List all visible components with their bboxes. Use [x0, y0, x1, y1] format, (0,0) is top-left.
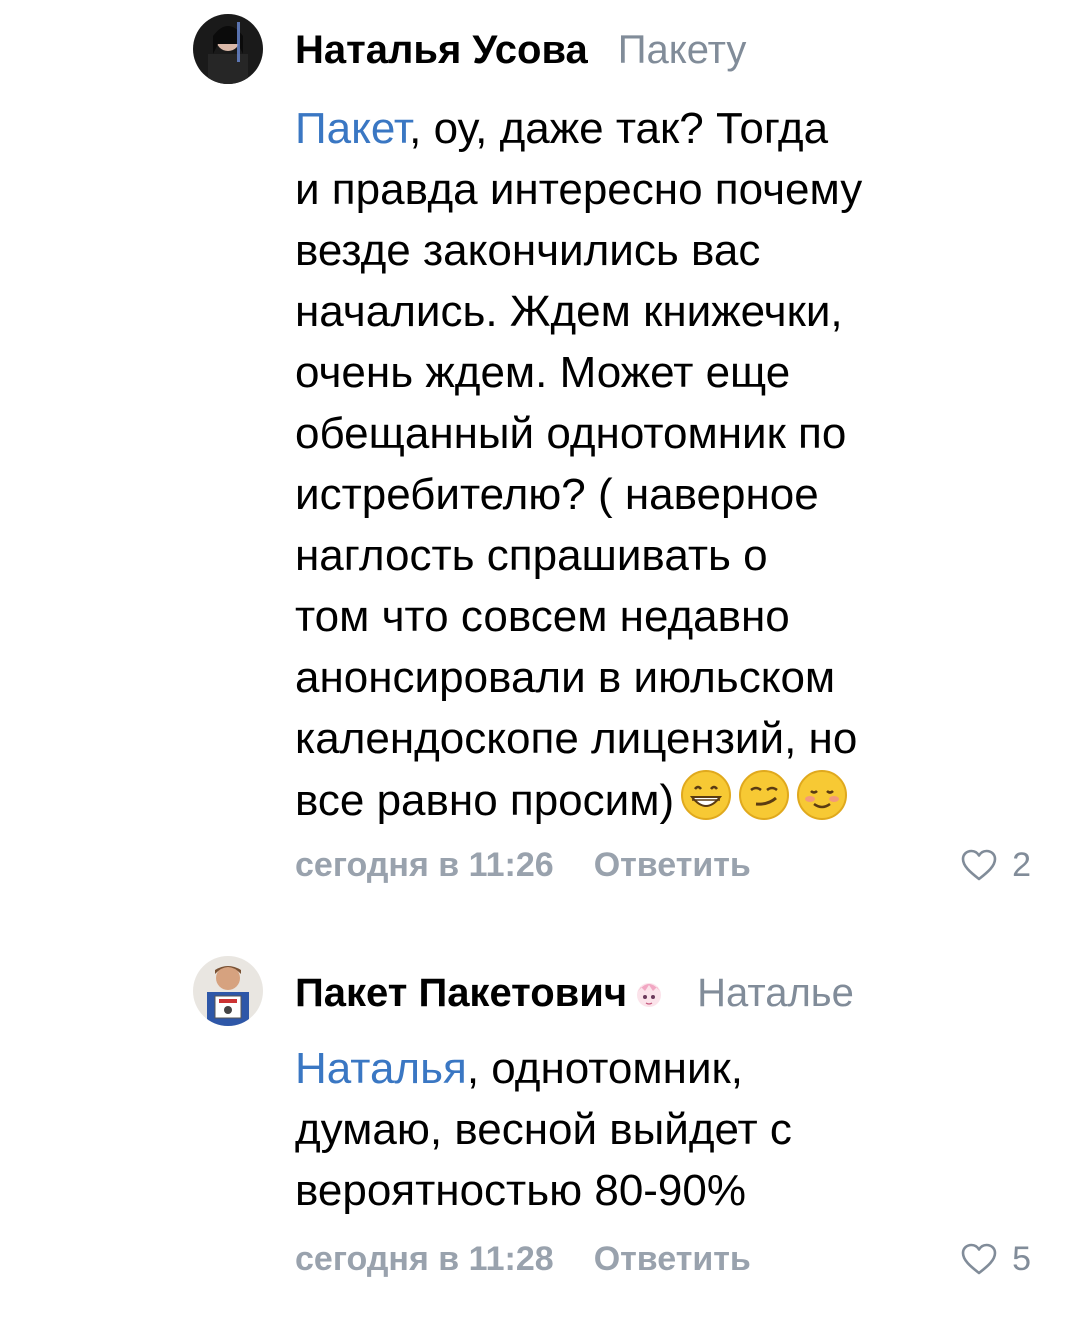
- avatar[interactable]: [193, 14, 263, 84]
- reply-button[interactable]: Ответить: [594, 846, 751, 885]
- reply-to-label[interactable]: Пакету: [618, 28, 747, 73]
- like-count: 5: [1012, 1239, 1031, 1278]
- comment-line: обещанный однотомник по: [295, 409, 847, 458]
- comment-time: сегодня в 11:28: [295, 1239, 554, 1278]
- comment-line: очень ждем. Может еще: [295, 348, 791, 397]
- comment-line-text: , оу, даже так? Тогда: [409, 104, 829, 153]
- comment-text: Наталья, однотомник, думаю, весной выйде…: [295, 1038, 995, 1221]
- comment-line: том что совсем недавно: [295, 592, 790, 641]
- comment-line: везде закончились вас: [295, 226, 761, 275]
- comment-time: сегодня в 11:26: [295, 845, 554, 884]
- like-button[interactable]: 2: [960, 846, 1031, 885]
- comment-line: начались. Ждем книжечки,: [295, 287, 843, 336]
- comment-header: Наталья Усова Пакету: [295, 20, 1059, 80]
- grinning-face-icon: [680, 769, 732, 821]
- like-button[interactable]: 5: [960, 1240, 1031, 1279]
- like-count: 2: [1012, 845, 1031, 884]
- smiling-face-icon: [796, 769, 848, 821]
- comment-line: все равно просим): [295, 769, 995, 831]
- anime-badge-icon: [631, 975, 667, 1011]
- heart-icon: [961, 849, 997, 881]
- comment-line-text: все равно просим): [295, 776, 675, 825]
- comment-meta: сегодня в 11:26 Ответить 2: [295, 840, 1031, 890]
- heart-icon: [961, 1243, 997, 1275]
- comment-line: и правда интересно почему: [295, 165, 863, 214]
- mention-link[interactable]: Пакет: [295, 104, 409, 153]
- comment-line-text: , однотомник,: [466, 1044, 744, 1093]
- comment-line: Пакет, оу, даже так? Тогда: [295, 98, 995, 159]
- comment-line: Наталья, однотомник,: [295, 1038, 995, 1099]
- comment-line: календоскопе лицензий, но: [295, 714, 858, 763]
- comment-line: наглость спрашивать о: [295, 531, 768, 580]
- reply-to-label[interactable]: Наталье: [697, 971, 854, 1016]
- comment-line: анонсировали в июльском: [295, 653, 836, 702]
- comment-header: Пакет Пакетович Наталье: [295, 963, 1059, 1023]
- comment-line: истребителю? ( наверное: [295, 470, 819, 519]
- comment-line: вероятностью 80-90%: [295, 1166, 746, 1215]
- reply-button[interactable]: Ответить: [594, 1240, 751, 1279]
- comment-line: думаю, весной выйдет с: [295, 1105, 792, 1154]
- author-name[interactable]: Пакет Пакетович: [295, 971, 627, 1016]
- author-name[interactable]: Наталья Усова: [295, 28, 588, 73]
- comment-meta: сегодня в 11:28 Ответить 5: [295, 1234, 1031, 1284]
- mention-link[interactable]: Наталья: [295, 1044, 467, 1093]
- comment-text: Пакет, оу, даже так? Тогда и правда инте…: [295, 98, 995, 831]
- smirking-face-icon: [738, 769, 790, 821]
- avatar[interactable]: [193, 956, 263, 1026]
